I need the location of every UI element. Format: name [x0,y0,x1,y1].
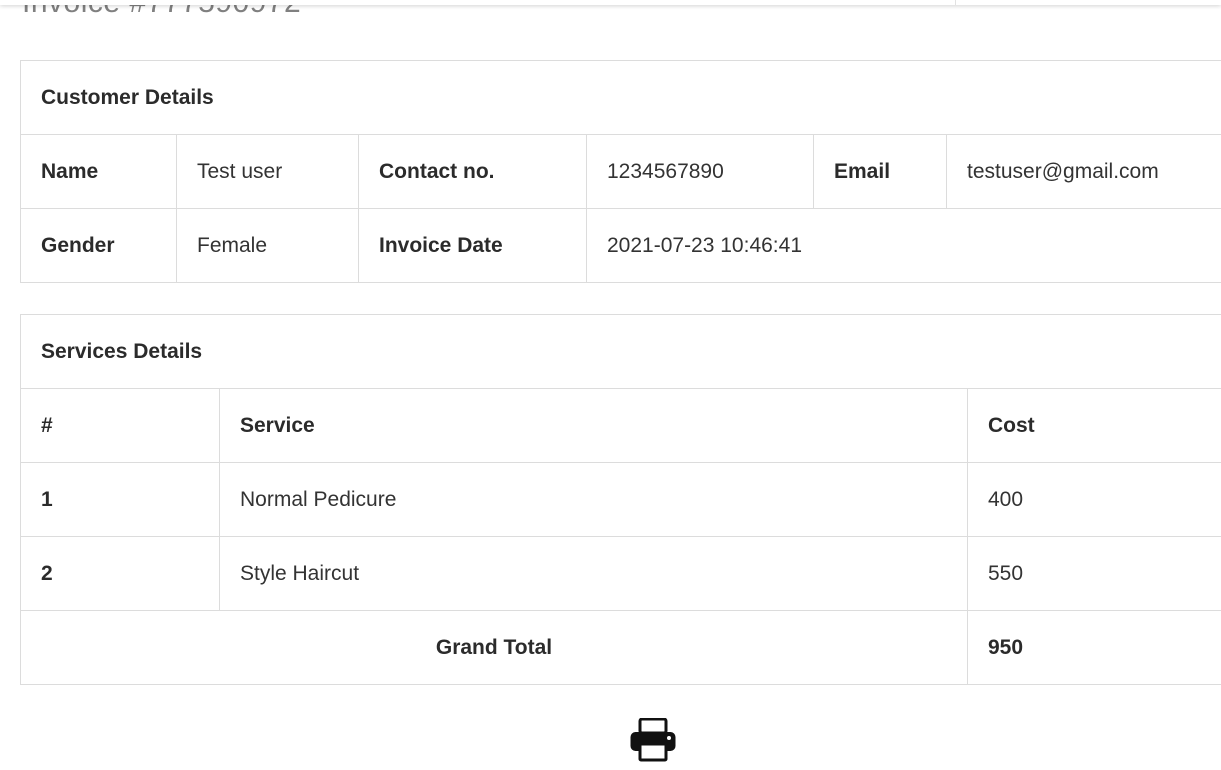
grand-total-label: Grand Total [20,610,968,685]
row-cost: 550 [966,536,1221,611]
customer-details-table: Customer Details Name Test user Contact … [19,60,1221,283]
invoice-date-label: Invoice Date [358,208,587,283]
column-header-service: Service [219,388,968,463]
contact-value: 1234567890 [586,134,814,209]
print-icon[interactable] [629,717,677,762]
email-value: testuser@gmail.com [945,134,1221,209]
services-column-header-row: # Service Cost [20,388,1221,463]
name-value: Test user [176,134,359,209]
navbar-divider [955,0,956,5]
print-button[interactable] [629,717,677,762]
row-number: 2 [20,536,220,611]
row-service: Style Haircut [219,536,968,611]
table-row: 1 Normal Pedicure 400 [20,462,1221,537]
row-service: Normal Pedicure [219,462,968,537]
services-header-row: Services Details [19,314,1221,389]
table-row: 2 Style Haircut 550 [20,536,1221,611]
customer-row: Gender Female Invoice Date 2021-07-23 10… [20,208,1221,283]
column-header-number: # [20,388,220,463]
top-navbar [0,0,1221,5]
gender-label: Gender [20,208,177,283]
gender-value: Female [176,208,359,283]
services-details-table: Services Details # Service Cost 1 Normal… [19,314,1221,685]
customer-header-row: Customer Details [19,60,1221,135]
column-header-cost: Cost [966,388,1221,463]
grand-total-row: Grand Total 950 [20,610,1221,685]
customer-row: Name Test user Contact no. 1234567890 Em… [20,134,1221,209]
name-label: Name [20,134,177,209]
customer-details-heading: Customer Details [19,60,1221,135]
email-label: Email [813,134,947,209]
grand-total-value: 950 [966,610,1221,685]
row-number: 1 [20,462,220,537]
services-details-heading: Services Details [19,314,1221,389]
invoice-date-value: 2021-07-23 10:46:41 [585,208,1221,283]
contact-label: Contact no. [358,134,587,209]
row-cost: 400 [966,462,1221,537]
